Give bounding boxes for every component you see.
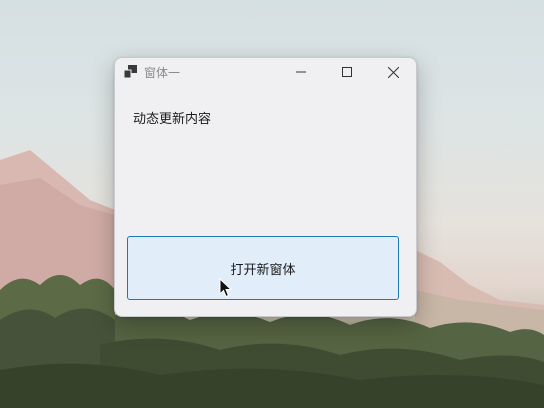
minimize-button[interactable]: [278, 58, 324, 86]
minimize-icon: [296, 71, 306, 73]
desktop-wallpaper: 窗体一 动态更新内容 打开新窗体: [0, 0, 544, 408]
window-title: 窗体一: [144, 66, 181, 80]
maximize-button[interactable]: [324, 58, 370, 86]
maximize-icon: [342, 67, 352, 77]
close-button[interactable]: [370, 58, 416, 86]
close-icon: [387, 66, 399, 78]
open-new-window-button[interactable]: 打开新窗体: [127, 236, 399, 300]
main-window: 窗体一 动态更新内容 打开新窗体: [114, 57, 417, 317]
open-new-window-button-label: 打开新窗体: [230, 262, 296, 278]
title-bar[interactable]: 窗体一: [115, 58, 416, 86]
app-window-icon: [124, 65, 137, 78]
mouse-pointer-icon: [219, 278, 233, 298]
dynamic-content-label: 动态更新内容: [133, 112, 212, 127]
